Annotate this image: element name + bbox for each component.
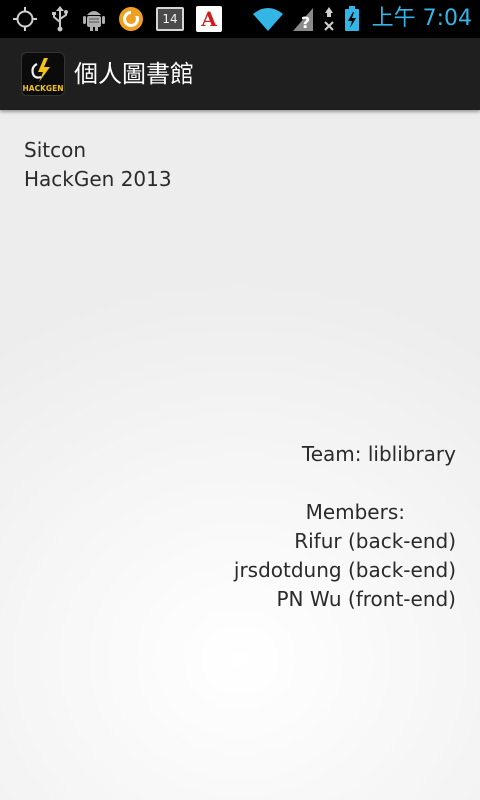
usb-icon (50, 6, 70, 32)
app-title: 個人圖書館 (74, 60, 194, 88)
adobe-reader-icon: A (196, 6, 222, 32)
about-content: Sitcon HackGen 2013 Team: liblibrary Mem… (0, 110, 480, 800)
status-bar: 14 A ? 上午 7:04 (0, 0, 480, 38)
team-name: Team: liblibrary (301, 442, 456, 466)
wifi-icon (252, 6, 284, 32)
app-logo-icon[interactable]: HACKGEN (21, 52, 65, 96)
members-heading: Members: (305, 500, 405, 524)
svg-text:?: ? (301, 13, 310, 32)
action-bar: HACKGEN 個人圖書館 (0, 38, 480, 110)
calendar-icon: 14 (156, 7, 184, 31)
calendar-day: 14 (162, 12, 178, 26)
event-line-organizer: Sitcon (24, 138, 87, 162)
member-item: Rifur (back-end) (294, 529, 456, 553)
status-bar-notifications: 14 A (12, 5, 222, 33)
gps-icon (12, 6, 38, 32)
no-signal-icon: ? (292, 6, 314, 32)
status-bar-system: ? 上午 7:04 (252, 5, 472, 33)
event-line-hackathon: HackGen 2013 (24, 167, 172, 191)
sync-app-icon (118, 6, 144, 32)
member-item: jrsdotdung (back-end) (233, 558, 456, 582)
member-item: PN Wu (front-end) (276, 587, 456, 611)
event-info: Sitcon HackGen 2013 (24, 136, 172, 194)
battery-charging-icon (344, 6, 360, 32)
status-time: 上午 7:04 (371, 6, 472, 31)
android-debug-icon (82, 6, 106, 32)
adobe-letter: A (201, 7, 217, 31)
data-off-icon (322, 6, 336, 32)
app-logo-text: HACKGEN (23, 84, 64, 93)
team-info: Team: liblibrary Members: Rifur (back-en… (156, 440, 456, 614)
